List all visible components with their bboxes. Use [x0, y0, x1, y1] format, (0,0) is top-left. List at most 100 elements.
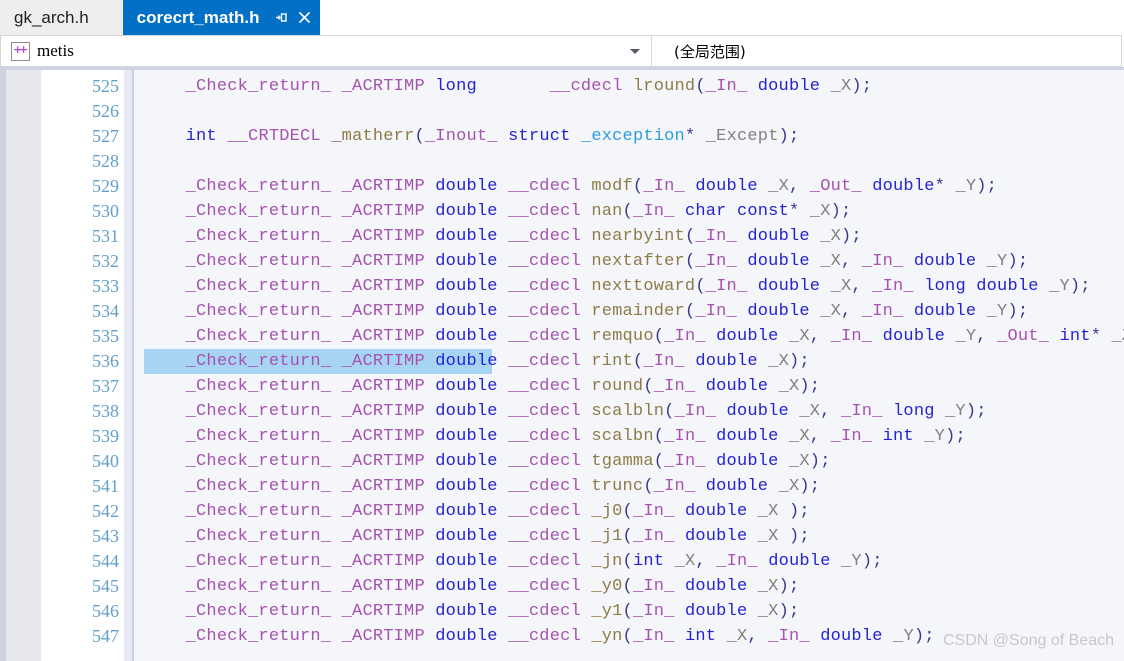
editor-breakpoint-gutter[interactable]	[6, 67, 41, 661]
code-line-text[interactable]: _Check_return_ _ACRTIMP double __cdecl _…	[144, 574, 800, 599]
chevron-down-icon[interactable]	[630, 49, 640, 54]
code-line[interactable]: _Check_return_ _ACRTIMP long __cdecl lro…	[134, 74, 1124, 99]
code-token-fn: lround	[632, 77, 696, 96]
pin-icon[interactable]	[273, 10, 288, 25]
line-number: 544	[41, 549, 131, 574]
code-line[interactable]: _Check_return_ _ACRTIMP double __cdecl _…	[134, 574, 1124, 599]
code-token-macro: _In_	[632, 527, 675, 546]
code-line[interactable]: _Check_return_ _ACRTIMP double __cdecl t…	[134, 449, 1124, 474]
project-selector-dropdown[interactable]: metis	[0, 35, 652, 67]
code-line-text[interactable]: _Check_return_ _ACRTIMP double __cdecl r…	[144, 299, 1028, 324]
code-line-text[interactable]: _Check_return_ _ACRTIMP double __cdecl n…	[144, 274, 1091, 299]
code-line[interactable]: _Check_return_ _ACRTIMP double __cdecl _…	[134, 624, 1124, 649]
code-token-punc: (	[643, 477, 654, 496]
close-icon[interactable]	[297, 10, 312, 25]
code-line-text[interactable]: _Check_return_ _ACRTIMP double __cdecl t…	[144, 449, 831, 474]
code-line[interactable]: _Check_return_ _ACRTIMP double __cdecl s…	[134, 424, 1124, 449]
code-line-text[interactable]: _Check_return_ _ACRTIMP double __cdecl m…	[144, 174, 997, 199]
code-line-text[interactable]: _Check_return_ _ACRTIMP double __cdecl n…	[144, 224, 862, 249]
line-number: 532	[41, 249, 131, 274]
code-token-id: _X	[788, 327, 810, 346]
code-token-id: _Y	[924, 427, 946, 446]
code-line-text[interactable]: _Check_return_ _ACRTIMP double __cdecl t…	[144, 474, 820, 499]
code-token-kw: double	[435, 552, 498, 571]
code-line[interactable]: _Check_return_ _ACRTIMP double __cdecl _…	[134, 524, 1124, 549]
line-number-value: 530	[92, 201, 119, 221]
code-line[interactable]	[134, 99, 1124, 124]
line-number-value: 542	[92, 501, 119, 521]
code-token-kw: double	[435, 452, 498, 471]
code-line-text[interactable]: _Check_return_ _ACRTIMP long __cdecl lro…	[144, 74, 872, 99]
code-token-macro: __cdecl	[508, 402, 581, 421]
code-token-fn: scalbln	[591, 402, 665, 421]
code-line[interactable]: _Check_return_ _ACRTIMP double __cdecl n…	[134, 249, 1124, 274]
code-line-text[interactable]: _Check_return_ _ACRTIMP double __cdecl r…	[144, 324, 1124, 349]
tab-corecrt-math-h[interactable]: corecrt_math.h	[122, 0, 320, 35]
code-line-text[interactable]: _Check_return_ _ACRTIMP double __cdecl n…	[144, 249, 1028, 274]
code-line[interactable]	[134, 149, 1124, 174]
code-token-macro: _In_	[705, 77, 748, 96]
code-line[interactable]: int __CRTDECL _matherr(_Inout_ struct _e…	[134, 124, 1124, 149]
code-line[interactable]: _Check_return_ _ACRTIMP double __cdecl m…	[134, 174, 1124, 199]
tab-gk-arch-h[interactable]: gk_arch.h	[0, 0, 123, 35]
code-line[interactable]: _Check_return_ _ACRTIMP double __cdecl r…	[134, 324, 1124, 349]
code-line-text[interactable]: _Check_return_ _ACRTIMP double __cdecl _…	[144, 499, 810, 524]
code-line[interactable]: _Check_return_ _ACRTIMP double __cdecl t…	[134, 474, 1124, 499]
code-line[interactable]: _Check_return_ _ACRTIMP double __cdecl _…	[134, 549, 1124, 574]
code-token-kw: double	[757, 77, 821, 96]
code-text-pane[interactable]: _Check_return_ _ACRTIMP long __cdecl lri…	[134, 67, 1124, 661]
code-token-macro: __cdecl	[508, 252, 581, 271]
code-line[interactable]: _Check_return_ _ACRTIMP double __cdecl n…	[134, 199, 1124, 224]
scope-selector-dropdown[interactable]: (全局范围)	[652, 35, 1122, 67]
code-line[interactable]: _Check_return_ _ACRTIMP double __cdecl r…	[134, 299, 1124, 324]
code-token-punc: (	[695, 77, 706, 96]
code-line-text[interactable]: _Check_return_ _ACRTIMP double __cdecl r…	[144, 349, 810, 374]
code-token-id: _X	[757, 577, 779, 596]
code-line-text[interactable]: _Check_return_ _ACRTIMP double __cdecl _…	[144, 524, 810, 549]
code-token-kw: double	[435, 252, 498, 271]
code-line[interactable]: _Check_return_ _ACRTIMP double __cdecl s…	[134, 399, 1124, 424]
code-line[interactable]: _Check_return_ _ACRTIMP double __cdecl r…	[134, 374, 1124, 399]
code-line[interactable]: _Check_return_ _ACRTIMP double __cdecl n…	[134, 274, 1124, 299]
code-line-text[interactable]: _Check_return_ _ACRTIMP double __cdecl s…	[144, 399, 987, 424]
code-line-text[interactable]: _Check_return_ _ACRTIMP double __cdecl s…	[144, 424, 966, 449]
code-token-macro: _Check_return_ _ACRTIMP	[185, 327, 425, 346]
code-token-macro: __cdecl	[508, 352, 581, 371]
code-line[interactable]: _Check_return_ _ACRTIMP double __cdecl _…	[134, 499, 1124, 524]
code-line-text[interactable]: int __CRTDECL _matherr(_Inout_ struct _e…	[144, 124, 800, 149]
code-line-text[interactable]: _Check_return_ _ACRTIMP double __cdecl n…	[144, 199, 852, 224]
code-token-macro: _Check_return_ _ACRTIMP	[185, 527, 425, 546]
code-line-text[interactable]: _Check_return_ _ACRTIMP double __cdecl _…	[144, 599, 800, 624]
code-line[interactable]: _Check_return_ _ACRTIMP double __cdecl r…	[134, 349, 1124, 374]
code-line-text[interactable]: _Check_return_ _ACRTIMP double __cdecl _…	[144, 624, 935, 649]
code-editor: 5245255265275285295305315325335345355365…	[0, 67, 1124, 661]
code-line-text[interactable]: _Check_return_ _ACRTIMP double __cdecl _…	[144, 549, 883, 574]
code-line[interactable]: _Check_return_ _ACRTIMP double __cdecl n…	[134, 224, 1124, 249]
code-line-text[interactable]: _Check_return_ _ACRTIMP double __cdecl r…	[144, 374, 820, 399]
code-line[interactable]: _Check_return_ _ACRTIMP double __cdecl _…	[134, 599, 1124, 624]
